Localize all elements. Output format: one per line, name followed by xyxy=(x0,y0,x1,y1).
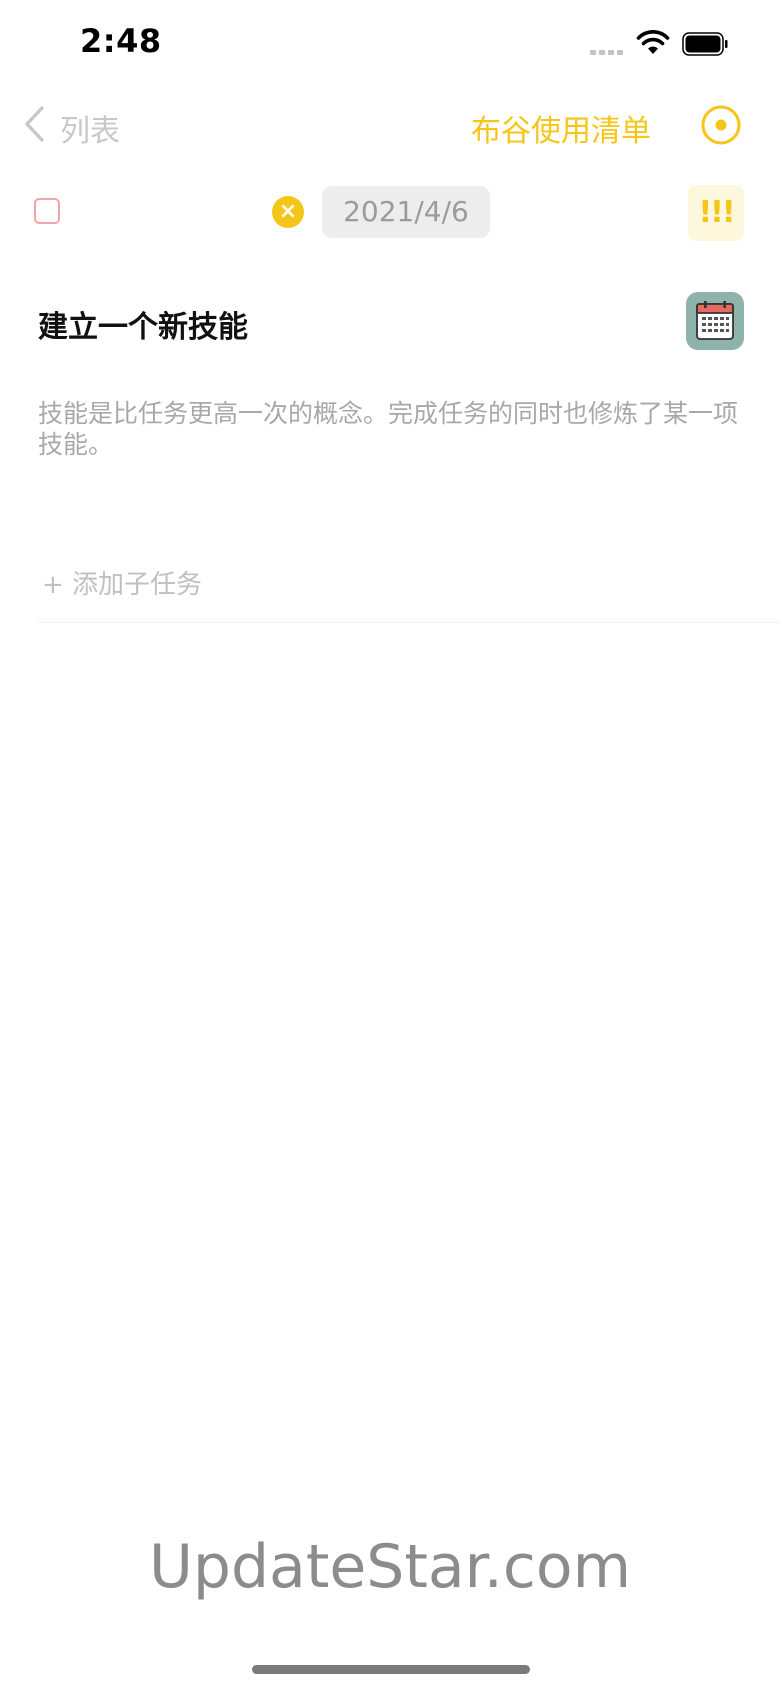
battery-icon xyxy=(682,32,728,56)
divider xyxy=(38,622,780,623)
task-description[interactable]: 技能是比任务更高一次的概念。完成任务的同时也修炼了某一项技能。 xyxy=(38,398,738,460)
home-indicator xyxy=(252,1665,530,1674)
status-time: 2:48 xyxy=(80,22,162,60)
task-checkbox[interactable] xyxy=(34,198,60,224)
task-title[interactable]: 建立一个新技能 xyxy=(38,302,248,346)
priority-button[interactable]: !!! xyxy=(688,185,744,241)
list-title[interactable]: 布谷使用清单 xyxy=(471,106,651,150)
back-button[interactable]: 列表 xyxy=(60,106,120,150)
calendar-icon xyxy=(696,301,734,340)
chevron-left-icon[interactable] xyxy=(22,104,46,144)
signal-icon xyxy=(590,47,628,55)
target-icon[interactable] xyxy=(700,104,742,146)
add-subtask-button[interactable]: + 添加子任务 xyxy=(42,564,202,601)
watermark: UpdateStar.com xyxy=(148,1532,632,1602)
wifi-icon xyxy=(636,30,670,54)
due-date[interactable]: 2021/4/6 xyxy=(322,186,490,238)
skill-button[interactable] xyxy=(686,292,744,350)
clear-date-button[interactable]: × xyxy=(272,196,304,228)
